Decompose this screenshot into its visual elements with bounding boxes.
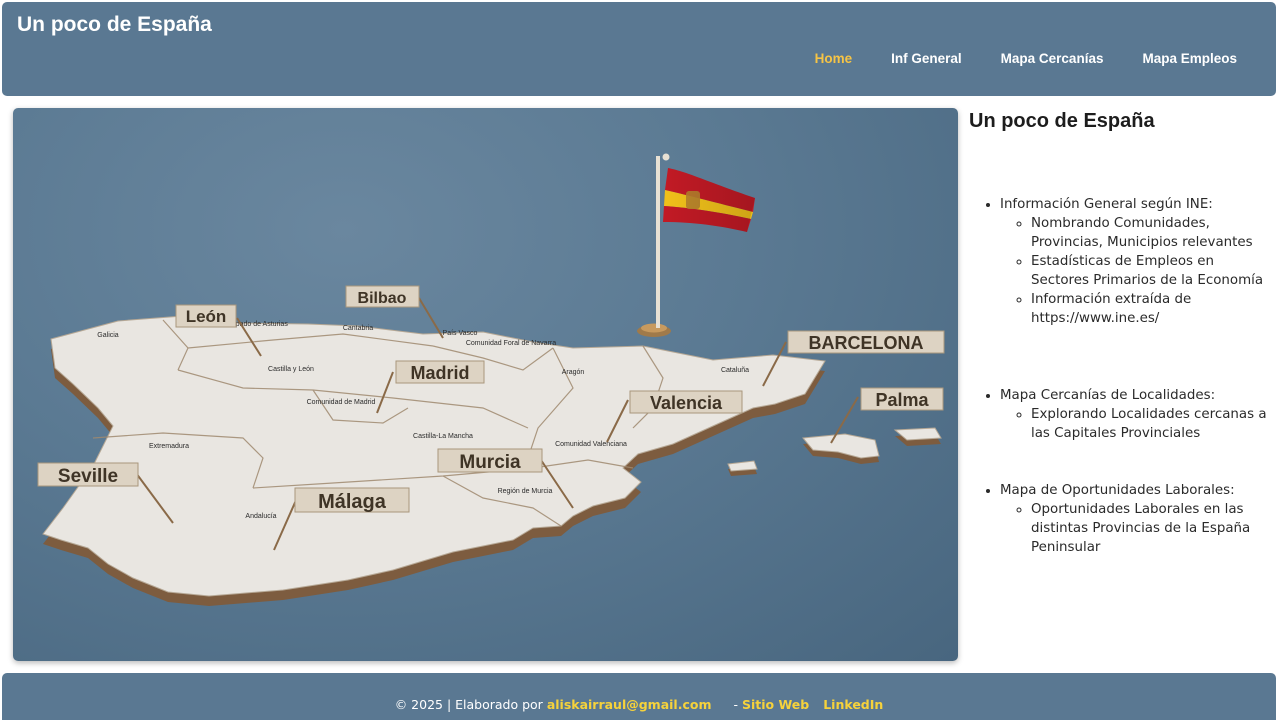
- list-item-label: Mapa de Oportunidades Laborales:: [1000, 483, 1235, 498]
- footer-copyright: © 2025 | Elaborado por: [394, 697, 543, 712]
- region-label: Galicia: [97, 332, 119, 339]
- spain-map-illustration: Galicia Principado de Asturias Cantabria…: [37, 153, 945, 606]
- region-label: Región de Murcia: [498, 488, 553, 495]
- nav-mapa-cercanias[interactable]: Mapa Cercanías: [1001, 51, 1104, 66]
- list-item: Mapa Cercanías de Localidades: Explorand…: [1000, 386, 1269, 443]
- section-mapa-cercanias: Mapa Cercanías de Localidades: Explorand…: [969, 386, 1269, 443]
- nav-home[interactable]: Home: [815, 51, 853, 66]
- site-header: Un poco de España Home Inf General Mapa …: [2, 2, 1276, 96]
- region-label: Comunidad de Madrid: [307, 399, 376, 406]
- svg-text:León: León: [186, 307, 227, 326]
- main-nav: Home Inf General Mapa Cercanías Mapa Emp…: [815, 51, 1237, 66]
- list-item: Mapa de Oportunidades Laborales: Oportun…: [1000, 481, 1269, 557]
- region-label: Castilla y León: [268, 366, 314, 373]
- region-label: Andalucía: [245, 513, 276, 520]
- section-mapa-empleos: Mapa de Oportunidades Laborales: Oportun…: [969, 481, 1269, 557]
- spanish-flag: [637, 153, 755, 337]
- svg-text:BARCELONA: BARCELONA: [809, 333, 924, 353]
- info-panel: Un poco de España Información General se…: [969, 108, 1269, 555]
- region-label: Comunidad Valenciana: [555, 441, 627, 448]
- hero-image: Galicia Principado de Asturias Cantabria…: [13, 108, 958, 661]
- sub-list-item: Estadísticas de Empleos en Sectores Prim…: [1031, 252, 1269, 290]
- svg-text:Valencia: Valencia: [650, 393, 723, 413]
- list-item: Información General según INE: Nombrando…: [1000, 195, 1269, 328]
- svg-text:Seville: Seville: [58, 466, 118, 487]
- svg-text:Málaga: Málaga: [318, 491, 387, 513]
- region-label: Cataluña: [721, 367, 749, 374]
- region-label: Aragón: [562, 369, 585, 376]
- list-item-label: Mapa Cercanías de Localidades:: [1000, 388, 1216, 403]
- region-label: Extremadura: [149, 443, 189, 450]
- footer-website-link[interactable]: Sitio Web: [742, 697, 809, 712]
- sub-list-item: Nombrando Comunidades, Provincias, Munic…: [1031, 214, 1269, 252]
- section-inf-general: Información General según INE: Nombrando…: [969, 195, 1269, 328]
- list-item-label: Información General según INE:: [1000, 197, 1213, 212]
- site-title[interactable]: Un poco de España: [17, 13, 212, 37]
- footer-line: © 2025 | Elaborado por aliskairraul@gmai…: [2, 697, 1276, 712]
- footer-linkedin-link[interactable]: LinkedIn: [823, 697, 883, 712]
- region-label: Cantabria: [343, 325, 373, 332]
- panel-title: Un poco de España: [969, 110, 1155, 132]
- sub-list-item: Información extraída de https://www.ine.…: [1031, 290, 1269, 328]
- svg-text:Murcia: Murcia: [459, 452, 521, 473]
- svg-text:Madrid: Madrid: [410, 363, 469, 383]
- region-label: Comunidad Foral de Navarra: [466, 340, 556, 347]
- svg-text:Palma: Palma: [875, 390, 929, 410]
- nav-inf-general[interactable]: Inf General: [891, 51, 962, 66]
- site-footer: © 2025 | Elaborado por aliskairraul@gmai…: [2, 673, 1276, 720]
- footer-separator: -: [733, 697, 738, 712]
- sub-list-item: Oportunidades Laborales en las distintas…: [1031, 500, 1269, 557]
- footer-email-link[interactable]: aliskairraul@gmail.com: [547, 697, 712, 712]
- region-label: País Vasco: [443, 330, 478, 337]
- nav-mapa-empleos[interactable]: Mapa Empleos: [1142, 51, 1237, 66]
- region-label: Castilla-La Mancha: [413, 433, 473, 440]
- svg-text:Bilbao: Bilbao: [358, 290, 407, 307]
- sub-list-item: Explorando Localidades cercanas a las Ca…: [1031, 405, 1269, 443]
